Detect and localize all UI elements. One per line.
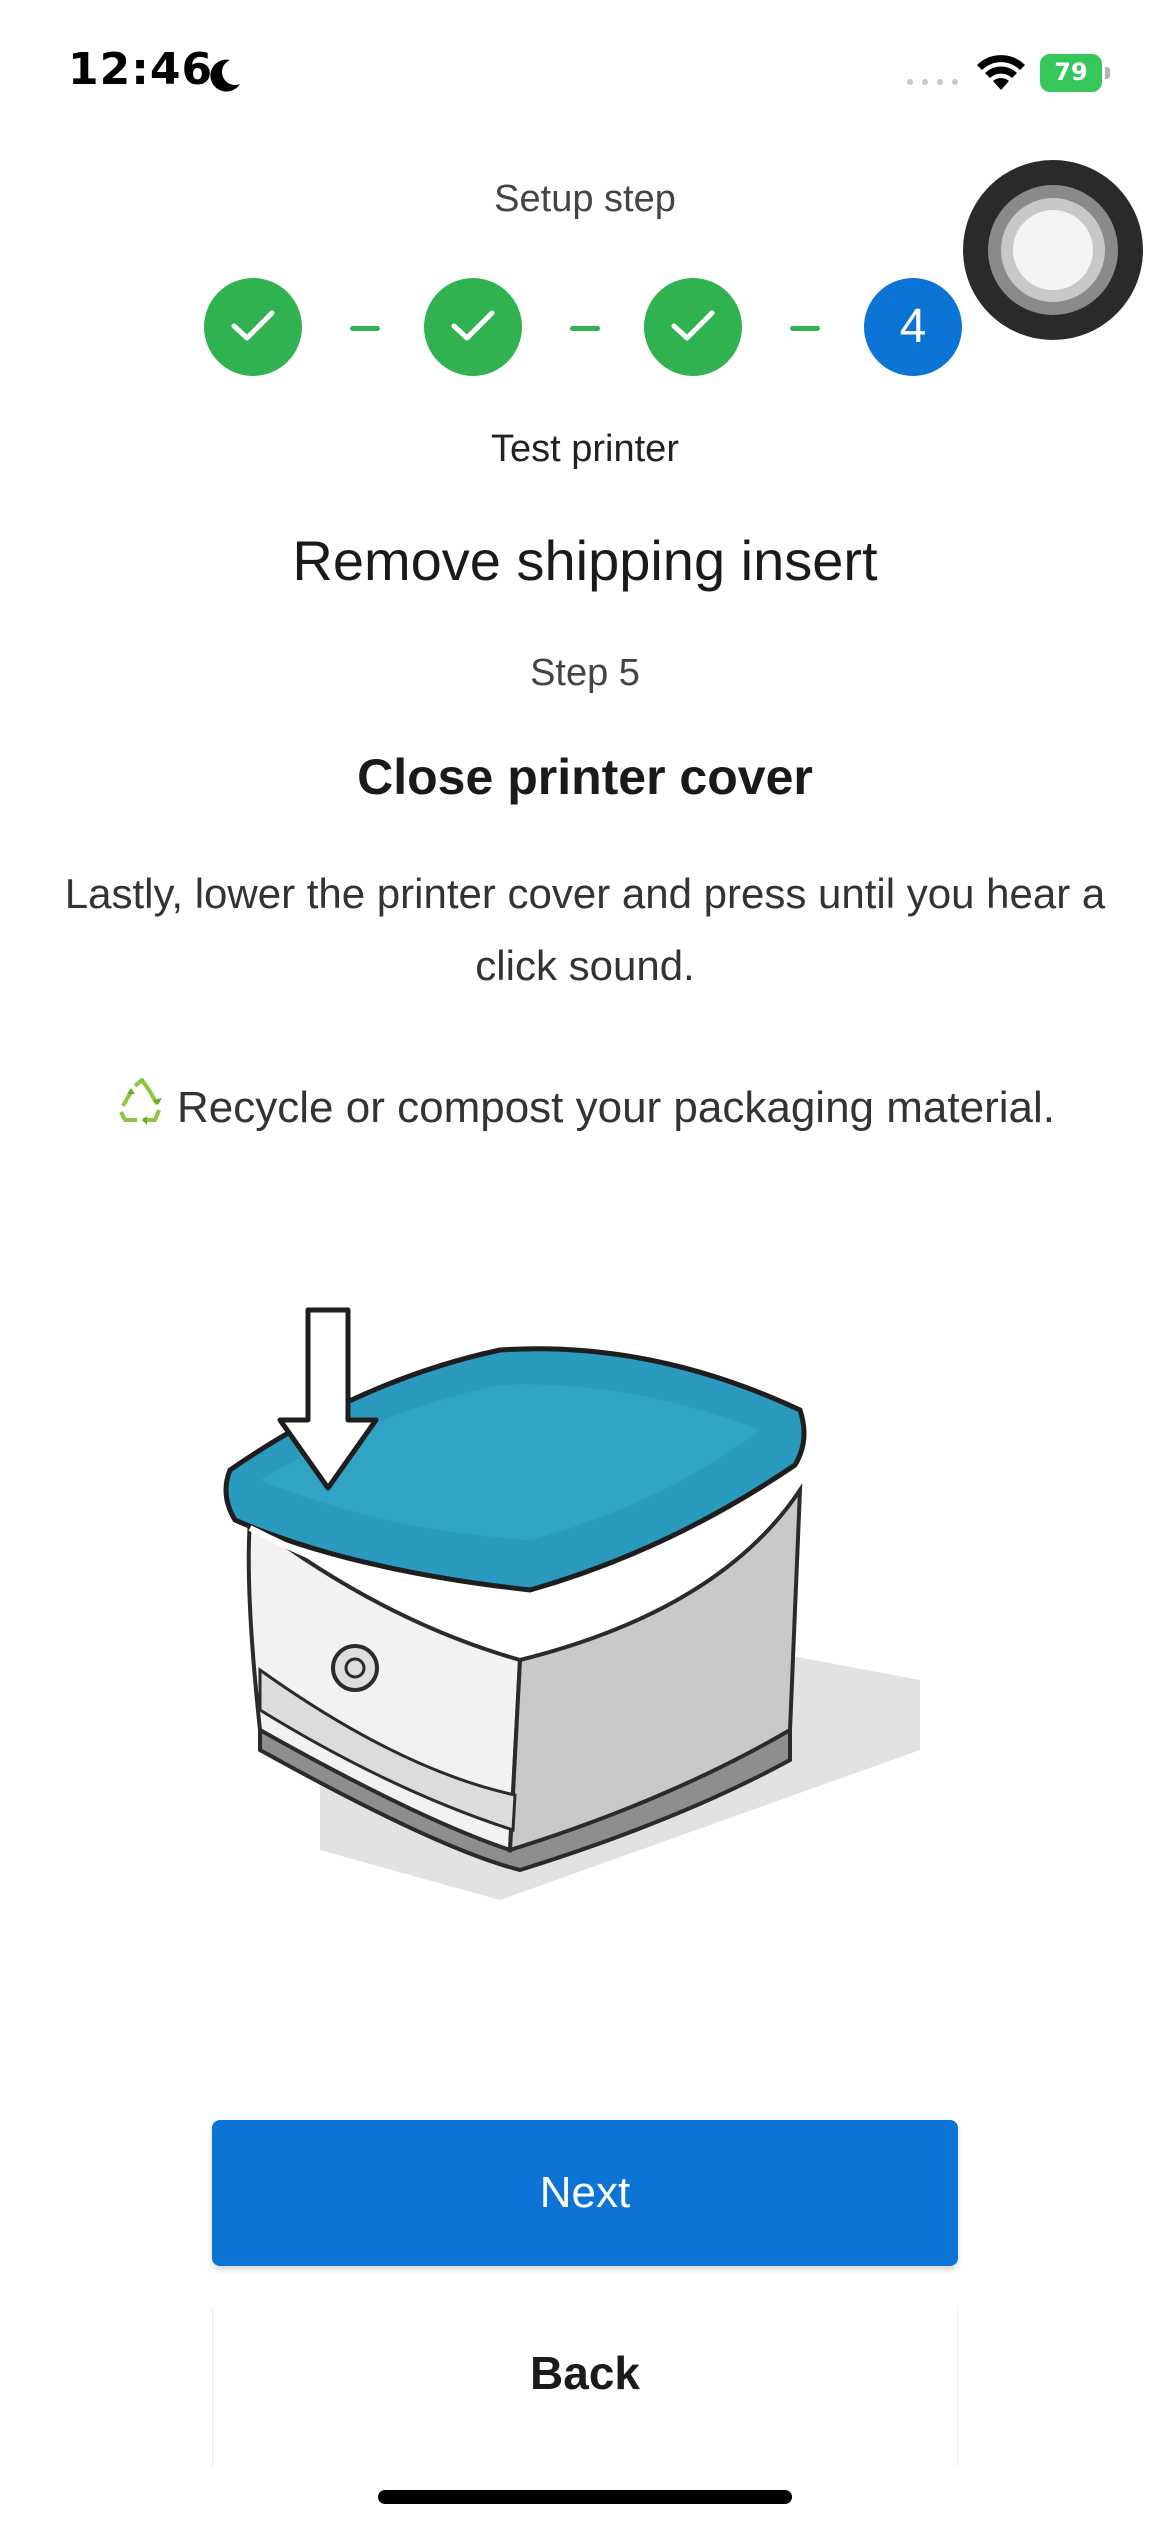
battery-icon: 79 bbox=[1040, 54, 1112, 92]
step-1-complete bbox=[204, 278, 302, 376]
setup-stepper: 4 bbox=[0, 278, 1170, 378]
status-bar: 12:46 79 bbox=[0, 0, 1170, 140]
back-button[interactable]: Back bbox=[212, 2306, 958, 2466]
step-3-complete bbox=[644, 278, 742, 376]
recycle-note: Recycle or compost your packaging materi… bbox=[0, 1076, 1170, 1133]
next-button[interactable]: Next bbox=[212, 2120, 958, 2266]
recycle-note-text: Recycle or compost your packaging materi… bbox=[177, 1083, 1055, 1132]
cellular-signal-icon bbox=[907, 79, 958, 85]
checkmark-icon bbox=[451, 310, 495, 341]
wifi-icon bbox=[977, 55, 1025, 90]
step-number: Step 5 bbox=[530, 652, 640, 694]
checkmark-icon bbox=[231, 310, 275, 341]
current-step-name: Test printer bbox=[491, 428, 679, 470]
step-connector bbox=[790, 326, 820, 331]
step-2-complete bbox=[424, 278, 522, 376]
recycle-icon bbox=[119, 1078, 163, 1125]
status-time: 12:46 bbox=[68, 44, 214, 95]
step-4-current: 4 bbox=[864, 278, 962, 376]
checkmark-icon bbox=[671, 310, 715, 341]
setup-step-label: Setup step bbox=[494, 178, 676, 220]
page-title: Remove shipping insert bbox=[292, 529, 878, 592]
step-title: Close printer cover bbox=[357, 749, 813, 805]
battery-tip bbox=[1105, 67, 1110, 79]
step-description: Lastly, lower the printer cover and pres… bbox=[64, 870, 1106, 989]
step-connector bbox=[350, 326, 380, 331]
home-indicator[interactable] bbox=[378, 2490, 792, 2504]
battery-percent: 79 bbox=[1054, 58, 1088, 86]
step-connector bbox=[570, 326, 600, 331]
printer-cover-closing-illustration bbox=[223, 1307, 920, 1900]
moon-icon bbox=[210, 59, 240, 92]
